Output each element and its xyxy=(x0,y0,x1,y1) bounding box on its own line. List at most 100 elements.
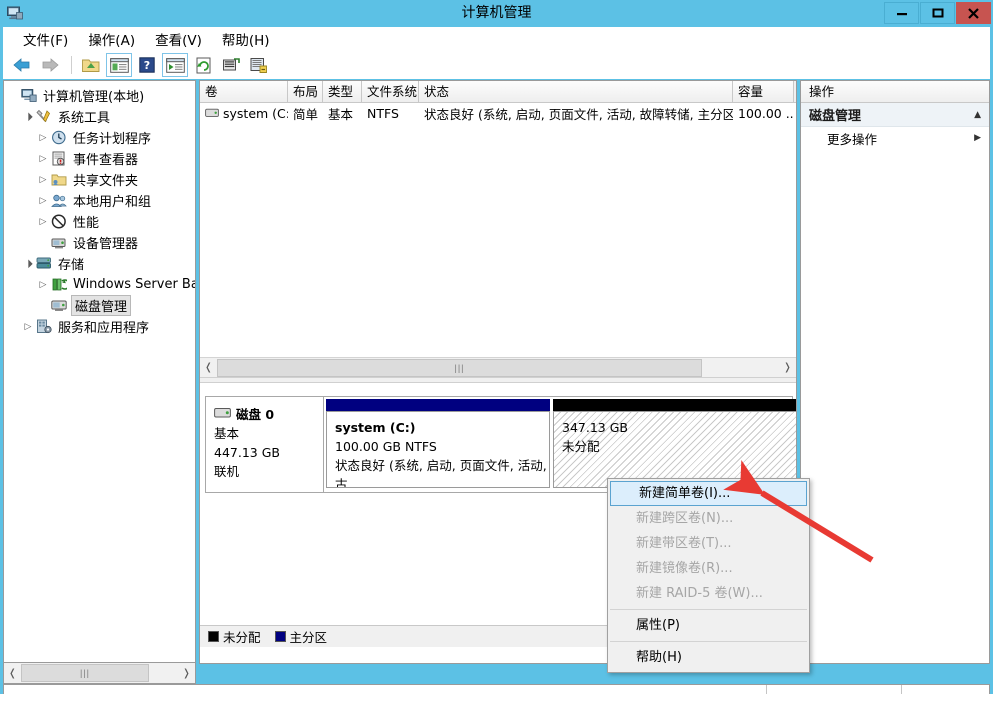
up-folder-icon[interactable] xyxy=(78,53,104,77)
menu-bar: 文件(F) 操作(A) 查看(V) 帮助(H) xyxy=(3,27,990,51)
window-title: 计算机管理 xyxy=(0,0,993,27)
tree-node-label: Windows Server Back xyxy=(71,277,196,292)
context-menu-item-new-simple-volume[interactable]: 新建简单卷(I)... xyxy=(610,481,807,506)
tree-node-label: 共享文件夹 xyxy=(71,170,140,189)
actions-item-more-actions[interactable]: 更多操作 ▶ xyxy=(801,127,989,149)
expand-collapse-right-icon[interactable]: ▷ xyxy=(36,196,50,206)
tree-node-4[interactable]: ▷ 共享文件夹 xyxy=(6,169,195,190)
expand-collapse-right-icon[interactable]: ▷ xyxy=(36,133,50,143)
actions-group-disk-management[interactable]: 磁盘管理 ▲ xyxy=(801,103,989,127)
expand-collapse-down-icon[interactable]: ◢ xyxy=(20,108,36,124)
computer-management-window: 计算机管理 文件(F) 操作(A) 查看(V) 帮助(H) xyxy=(0,0,993,694)
volume-scroll-thumb[interactable]: ||| xyxy=(217,359,702,377)
volume-scroll-left-arrow[interactable]: ❬ xyxy=(200,359,217,377)
screen: 计算机管理 文件(F) 操作(A) 查看(V) 帮助(H) xyxy=(0,0,993,713)
toolbar: ? xyxy=(3,51,990,79)
tree-node-3[interactable]: ▷事件查看器 xyxy=(6,148,195,169)
close-button[interactable] xyxy=(956,2,991,24)
tree-node-5[interactable]: ▷ 本地用户和组 xyxy=(6,190,195,211)
export-list-icon[interactable] xyxy=(246,53,272,77)
expand-collapse-right-icon[interactable]: ▷ xyxy=(36,175,50,185)
actions-panel: 操作 磁盘管理 ▲ 更多操作 ▶ xyxy=(800,80,990,664)
tree-horizontal-scrollbar[interactable]: ❬ ||| ❭ xyxy=(3,662,196,684)
windows-server-backup-icon xyxy=(50,277,68,293)
context-menu-item-help[interactable]: 帮助(H) xyxy=(608,645,809,670)
tree-node-1[interactable]: ◢ 系统工具 xyxy=(6,106,195,127)
volume-column-header-1[interactable]: 布局 xyxy=(288,81,323,102)
show-hide-tree-icon[interactable] xyxy=(106,53,132,77)
tree-node-7[interactable]: 设备管理器 xyxy=(6,232,195,253)
volume-scroll-right-arrow[interactable]: ❭ xyxy=(779,359,796,377)
tree-node-label: 系统工具 xyxy=(56,107,112,126)
expand-collapse-right-icon[interactable]: ▷ xyxy=(36,280,50,290)
legend-swatch-unallocated xyxy=(208,631,219,642)
expand-collapse-right-icon[interactable]: ▷ xyxy=(36,217,50,227)
context-menu-item-new-spanned-volume: 新建跨区卷(N)... xyxy=(608,506,809,531)
table-row[interactable]: system (C:)简单基本NTFS状态良好 (系统, 启动, 页面文件, 活… xyxy=(200,103,796,123)
volume-column-header-5[interactable]: 容量 xyxy=(733,81,794,102)
shared-folders-icon xyxy=(50,172,68,188)
refresh-icon[interactable] xyxy=(190,53,216,77)
disk-info[interactable]: 磁盘 0 基本 447.13 GB 联机 xyxy=(206,397,324,492)
volume-name-text: system (C:) xyxy=(223,106,288,121)
expand-collapse-right-icon[interactable]: ▷ xyxy=(36,154,50,164)
minimize-button[interactable] xyxy=(884,2,919,24)
forward-arrow-icon[interactable] xyxy=(37,53,63,77)
tree-node-0[interactable]: 计算机管理(本地) xyxy=(6,85,195,106)
volume-scroll-track[interactable]: ||| xyxy=(217,359,779,377)
event-viewer-icon xyxy=(50,151,68,167)
tree-scroll-thumb[interactable]: ||| xyxy=(21,664,149,682)
volume-column-header-4[interactable]: 状态 xyxy=(419,81,733,102)
menu-file[interactable]: 文件(F) xyxy=(13,27,78,51)
toolbar-separator xyxy=(71,56,72,74)
volume-cell-status: 状态良好 (系统, 启动, 页面文件, 活动, 故障转储, 主分区) xyxy=(419,104,733,123)
context-menu-separator xyxy=(610,641,807,642)
tree-node-10[interactable]: 磁盘管理 xyxy=(6,295,195,316)
legend-label-primary: 主分区 xyxy=(290,627,328,646)
context-menu-item-properties[interactable]: 属性(P) xyxy=(608,613,809,638)
console-tree: 计算机管理(本地)◢系统工具▷任务计划程序▷事件查看器▷共享文件夹▷本地用户和组… xyxy=(4,81,195,337)
local-users-groups-icon xyxy=(50,193,68,209)
partition-system-c[interactable]: system (C:) 100.00 GB NTFS 状态良好 (系统, 启动,… xyxy=(326,399,550,490)
disk-type: 基本 xyxy=(214,424,323,443)
menu-action[interactable]: 操作(A) xyxy=(78,27,145,51)
tree-scroll-left-arrow[interactable]: ❬ xyxy=(4,664,21,682)
tree-node-label: 任务计划程序 xyxy=(71,128,153,147)
disk-size: 447.13 GB xyxy=(214,443,323,462)
disk-name: 磁盘 0 xyxy=(236,405,274,424)
disk-status: 联机 xyxy=(214,462,323,481)
chevron-up-icon[interactable]: ▲ xyxy=(974,110,981,120)
volume-column-header-3[interactable]: 文件系统 xyxy=(362,81,419,102)
back-arrow-icon[interactable] xyxy=(9,53,35,77)
maximize-button[interactable] xyxy=(920,2,955,24)
partition-system-c-body[interactable]: system (C:) 100.00 GB NTFS 状态良好 (系统, 启动,… xyxy=(326,411,550,488)
menu-help[interactable]: 帮助(H) xyxy=(212,27,280,51)
show-hide-action-pane-icon[interactable] xyxy=(162,53,188,77)
tree-node-11[interactable]: ▷ 服务和应用程序 xyxy=(6,316,195,337)
computer-icon xyxy=(20,88,38,104)
expand-collapse-right-icon[interactable]: ▷ xyxy=(21,322,35,332)
tree-node-label: 性能 xyxy=(71,212,101,231)
tree-node-2[interactable]: ▷ 任务计划程序 xyxy=(6,127,195,148)
disk-icon xyxy=(214,405,231,424)
tree-node-6[interactable]: ▷ 性能 xyxy=(6,211,195,232)
volume-column-header-2[interactable]: 类型 xyxy=(323,81,362,102)
tree-node-label: 服务和应用程序 xyxy=(56,317,151,336)
console-tree-panel: 计算机管理(本地)◢系统工具▷任务计划程序▷事件查看器▷共享文件夹▷本地用户和组… xyxy=(3,80,196,664)
tree-node-9[interactable]: ▷ Windows Server Back xyxy=(6,274,195,295)
volume-column-header-0[interactable]: 卷 xyxy=(200,81,288,102)
tree-node-label: 本地用户和组 xyxy=(71,191,153,210)
tree-node-8[interactable]: ◢存储 xyxy=(6,253,195,274)
help-icon[interactable]: ? xyxy=(134,53,160,77)
partition-unallocated-body[interactable]: 347.13 GB 未分配 xyxy=(553,411,796,488)
tree-scroll-right-arrow[interactable]: ❭ xyxy=(178,664,195,682)
partition-unallocated-color-bar xyxy=(553,399,796,411)
menu-view[interactable]: 查看(V) xyxy=(145,27,212,51)
tree-scroll-track[interactable]: ||| xyxy=(21,664,178,682)
expand-collapse-down-icon[interactable]: ◢ xyxy=(20,255,36,271)
partition-unallocated[interactable]: 347.13 GB 未分配 xyxy=(553,399,796,490)
context-menu-item-new-raid5-volume: 新建 RAID-5 卷(W)... xyxy=(608,581,809,606)
volume-list-horizontal-scrollbar[interactable]: ❬ ||| ❭ xyxy=(200,357,796,377)
properties-icon[interactable] xyxy=(218,53,244,77)
tree-node-label: 磁盘管理 xyxy=(71,295,131,316)
